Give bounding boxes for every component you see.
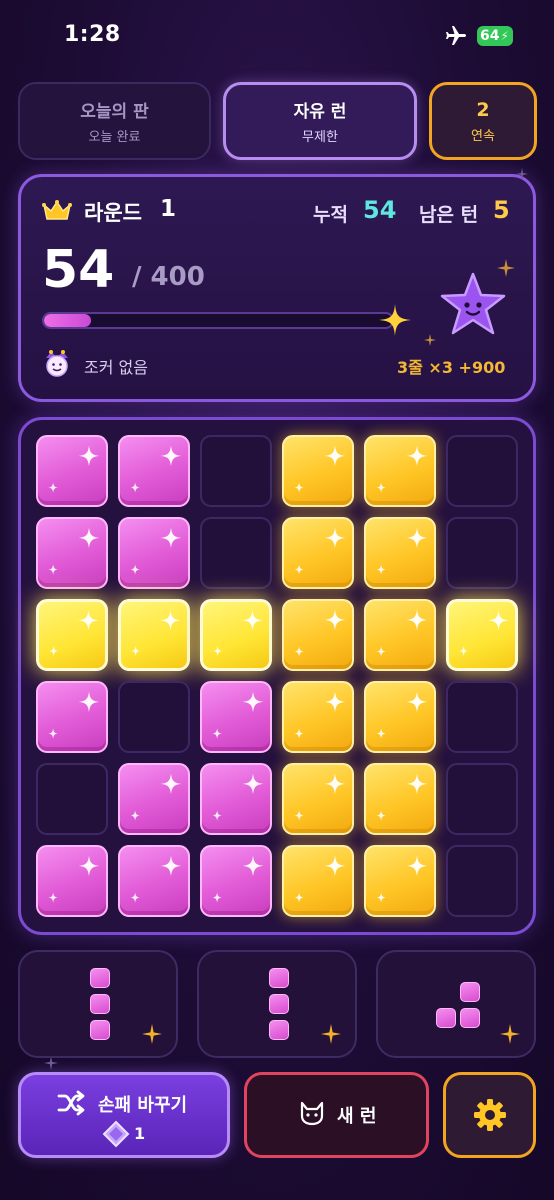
piece-block	[269, 968, 289, 988]
board-block-pink[interactable]	[200, 763, 272, 835]
board-block-pink[interactable]	[36, 435, 108, 507]
board-cell-empty[interactable]	[446, 435, 518, 507]
gem-icon	[102, 1120, 130, 1148]
gear-icon	[474, 1099, 506, 1131]
current-score: 54	[42, 240, 115, 300]
board-block-gold[interactable]	[282, 681, 354, 753]
board-cell-empty[interactable]	[446, 681, 518, 753]
joker-icon	[46, 350, 68, 377]
sparkle-icon	[500, 1024, 520, 1044]
sparkle-icon	[321, 1024, 341, 1044]
shuffle-icon	[57, 1090, 85, 1116]
piece-block	[90, 994, 110, 1014]
tab-free-sub: 무제한	[302, 130, 338, 145]
board-block-gold[interactable]	[282, 517, 354, 589]
battery-indicator: 64 ⚡	[477, 26, 513, 46]
airplane-mode-icon	[446, 26, 466, 45]
status-time: 1:28	[64, 22, 121, 47]
board-block-cleared[interactable]	[446, 599, 518, 671]
sparkle-icon	[516, 168, 528, 180]
charging-icon: ⚡	[500, 29, 509, 43]
streak-label: 연속	[471, 128, 495, 144]
tab-free-run[interactable]: 자유 런 무제한	[223, 82, 417, 160]
piece-block	[460, 1008, 480, 1028]
board-block-gold[interactable]	[282, 435, 354, 507]
board-block-gold[interactable]	[364, 435, 436, 507]
star-mascot-icon	[440, 272, 506, 335]
tab-streak[interactable]: 2 연속	[429, 82, 537, 160]
battery-level: 64	[480, 28, 500, 44]
board-block-pink[interactable]	[36, 681, 108, 753]
turns-left-value: 5	[493, 196, 510, 224]
board-block-gold[interactable]	[282, 845, 354, 917]
tab-free-title: 자유 런	[293, 102, 347, 122]
piece-block	[269, 994, 289, 1014]
board-block-gold[interactable]	[364, 681, 436, 753]
board-block-pink[interactable]	[118, 845, 190, 917]
streak-count: 2	[476, 98, 490, 121]
cat-icon	[300, 1101, 324, 1126]
board-block-gold[interactable]	[282, 599, 354, 671]
shuffle-hand-label: 손패 바꾸기	[98, 1095, 188, 1116]
tab-daily-title: 오늘의 판	[80, 102, 149, 122]
tab-daily-sub: 오늘 완료	[88, 130, 141, 145]
piece-block	[90, 1020, 110, 1040]
sparkle-icon	[379, 304, 411, 336]
turns-left-label: 남은 턴	[419, 204, 479, 226]
round-number: 1	[160, 196, 177, 222]
shuffle-cost: 1	[134, 1124, 146, 1143]
board-block-pink[interactable]	[118, 435, 190, 507]
board-block-cleared[interactable]	[118, 599, 190, 671]
new-run-label: 새 런	[337, 1106, 377, 1127]
board-block-cleared[interactable]	[200, 599, 272, 671]
board-cell-empty[interactable]	[118, 681, 190, 753]
board-cell-empty[interactable]	[446, 517, 518, 589]
round-label: 라운드	[84, 201, 142, 225]
board-cell-empty[interactable]	[446, 845, 518, 917]
crown-icon	[42, 200, 72, 220]
board-block-gold[interactable]	[364, 517, 436, 589]
piece-slot-2[interactable]	[197, 950, 357, 1058]
piece-slot-3[interactable]	[376, 950, 536, 1058]
board-block-gold[interactable]	[364, 763, 436, 835]
piece-slot-1[interactable]	[18, 950, 178, 1058]
accumulated-label: 누적	[313, 204, 348, 226]
piece-block	[269, 1020, 289, 1040]
board-block-gold[interactable]	[364, 845, 436, 917]
board-block-pink[interactable]	[36, 517, 108, 589]
board-block-pink[interactable]	[200, 681, 272, 753]
board-block-cleared[interactable]	[36, 599, 108, 671]
score-progress-bar	[42, 312, 394, 329]
board-block-pink[interactable]	[200, 845, 272, 917]
sparkle-icon	[142, 1024, 162, 1044]
board-block-pink[interactable]	[36, 845, 108, 917]
board-cell-empty[interactable]	[200, 435, 272, 507]
board-block-gold[interactable]	[364, 599, 436, 671]
tab-daily-board[interactable]: 오늘의 판 오늘 완료	[18, 82, 211, 160]
sparkle-icon	[44, 1056, 58, 1070]
board-block-pink[interactable]	[118, 763, 190, 835]
board-cell-empty[interactable]	[200, 517, 272, 589]
score-progress-fill	[44, 314, 91, 327]
board-cell-empty[interactable]	[446, 763, 518, 835]
accumulated-value: 54	[363, 196, 397, 224]
sparkle-icon	[424, 334, 436, 346]
piece-block	[90, 968, 110, 988]
board-block-gold[interactable]	[282, 763, 354, 835]
target-score: / 400	[132, 262, 205, 292]
piece-block	[460, 982, 480, 1002]
board-block-pink[interactable]	[118, 517, 190, 589]
sparkle-icon	[497, 259, 515, 277]
joker-status: 조커 없음	[84, 358, 148, 377]
combo-bonus: 3줄 ×3 +900	[397, 358, 506, 377]
piece-block	[436, 1008, 456, 1028]
board-cell-empty[interactable]	[36, 763, 108, 835]
